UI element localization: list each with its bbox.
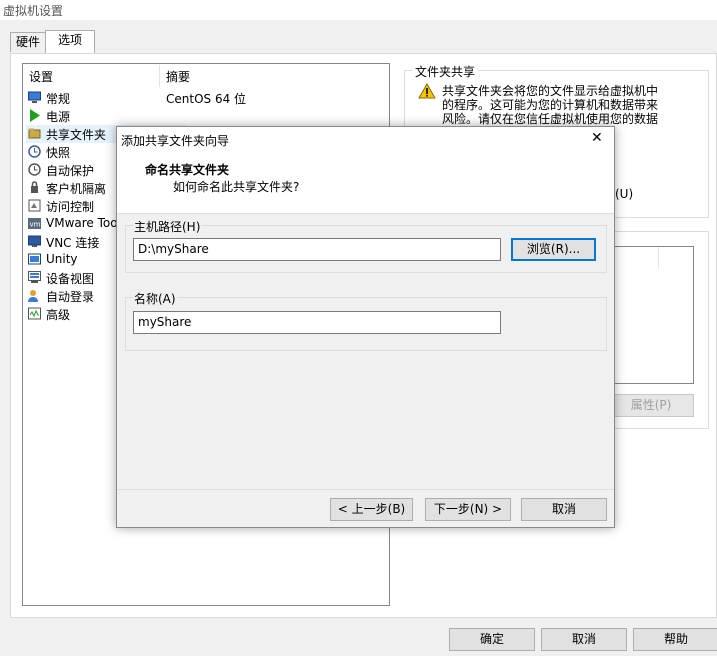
svg-text:vm: vm bbox=[30, 221, 41, 229]
tab-options[interactable]: 选项 bbox=[45, 30, 95, 53]
wizard-heading: 命名共享文件夹 bbox=[145, 163, 230, 177]
help-button[interactable]: 帮助 bbox=[633, 628, 717, 651]
vnc-icon bbox=[28, 235, 41, 247]
column-settings: 设置 bbox=[29, 70, 54, 84]
host-path-label: 主机路径(H) bbox=[133, 218, 202, 235]
wizard-subheading: 如何命名此共享文件夹? bbox=[173, 180, 300, 194]
general-summary: CentOS 64 位 bbox=[166, 92, 247, 106]
wizard-header: 命名共享文件夹 如何命名此共享文件夹? bbox=[117, 153, 614, 214]
list-item-general[interactable]: 常规 bbox=[26, 89, 186, 107]
cancel-button[interactable]: 取消 bbox=[541, 628, 627, 651]
back-button[interactable]: < 上一步(B) bbox=[330, 498, 413, 521]
next-button[interactable]: 下一步(N) > bbox=[425, 498, 511, 521]
access-control-icon bbox=[28, 199, 41, 212]
column-summary: 摘要 bbox=[166, 70, 191, 84]
monitor-icon bbox=[28, 91, 41, 103]
ok-button[interactable]: 确定 bbox=[449, 628, 535, 651]
unity-icon bbox=[28, 253, 41, 265]
name-input[interactable]: myShare bbox=[133, 311, 501, 334]
shared-folder-icon bbox=[28, 128, 41, 139]
name-label: 名称(A) bbox=[133, 290, 177, 307]
tab-hardware[interactable]: 硬件 bbox=[10, 32, 46, 52]
close-icon[interactable]: ✕ bbox=[591, 130, 603, 146]
wizard-title-bar: 添加共享文件夹向导 ✕ bbox=[117, 127, 614, 153]
snapshot-icon bbox=[28, 145, 41, 158]
list-item-vmware-tools[interactable]: vm VMware Too bbox=[26, 215, 118, 233]
advanced-icon bbox=[28, 307, 41, 320]
list-header: 设置 摘要 bbox=[23, 65, 389, 87]
warning-text: 共享文件夹会将您的文件显示给虚拟机中 的程序。这可能为您的计算机和数据带来 风险… bbox=[442, 84, 659, 126]
window-title-bar: 虚拟机设置 bbox=[0, 0, 717, 20]
vmware-tools-icon: vm bbox=[28, 218, 41, 229]
host-path-input[interactable]: D:\myShare bbox=[133, 238, 501, 261]
window-title: 虚拟机设置 bbox=[3, 4, 64, 18]
add-shared-folder-wizard: 添加共享文件夹向导 ✕ 命名共享文件夹 如何命名此共享文件夹? 主机路径(H) … bbox=[116, 126, 615, 528]
sharing-option-label[interactable]: (U) bbox=[615, 187, 633, 201]
list-item-power[interactable]: 电源 bbox=[26, 107, 186, 125]
warning-icon bbox=[418, 83, 436, 99]
folder-sharing-title: 文件夹共享 bbox=[412, 63, 479, 80]
properties-button[interactable]: 属性(P) bbox=[608, 394, 694, 417]
device-view-icon bbox=[28, 271, 41, 283]
autologin-icon bbox=[28, 290, 38, 302]
wizard-divider bbox=[117, 489, 614, 490]
browse-button[interactable]: 浏览(R)... bbox=[511, 238, 596, 261]
power-play-icon bbox=[30, 109, 40, 122]
isolation-icon bbox=[31, 181, 38, 193]
autoprotect-icon bbox=[28, 163, 41, 176]
wizard-title: 添加共享文件夹向导 bbox=[121, 134, 230, 148]
wizard-cancel-button[interactable]: 取消 bbox=[521, 498, 607, 521]
